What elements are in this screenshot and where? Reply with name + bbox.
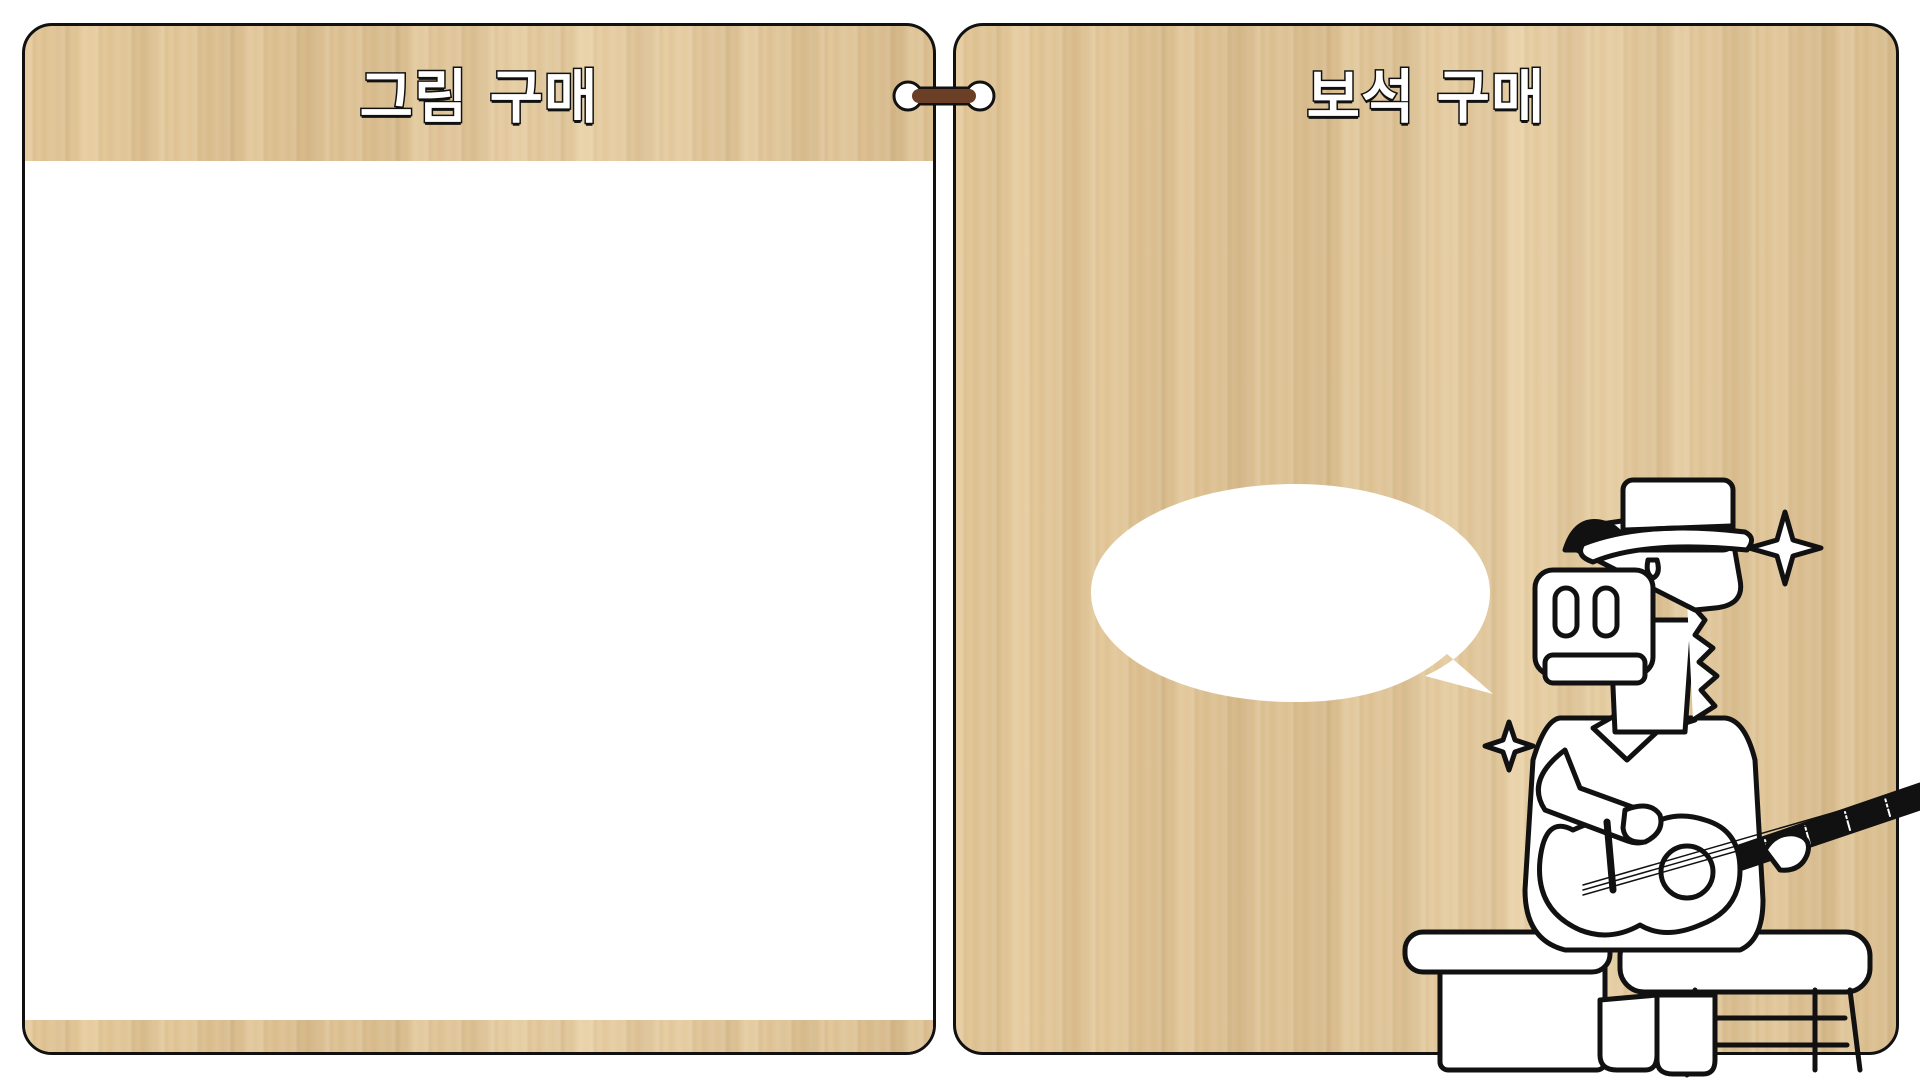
- strap-link-icon: [892, 80, 996, 112]
- painting-shop-footer: [25, 1020, 933, 1052]
- jewel-shop-title: 보석 구매: [1305, 62, 1546, 133]
- painting-list-area[interactable]: [25, 161, 933, 1020]
- jewel-shop-header: 보석 구매: [956, 26, 1896, 158]
- painting-shop-title: 그림 구매: [358, 62, 599, 133]
- painting-shop-header: 그림 구매: [25, 26, 933, 158]
- sparkle-icon: [1746, 509, 1824, 587]
- horse-guitarist-character: [1402, 477, 1920, 1078]
- sparkle-icon: [1482, 719, 1536, 773]
- painting-shop-panel: 그림 구매: [22, 23, 936, 1055]
